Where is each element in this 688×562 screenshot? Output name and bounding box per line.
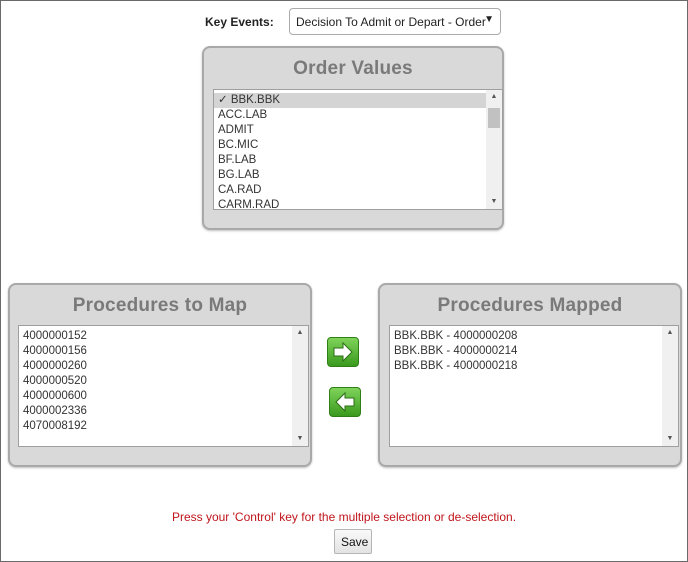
- procedure-to-map-item[interactable]: 4000002336: [19, 404, 308, 419]
- order-value-item[interactable]: BC.MIC: [214, 138, 502, 153]
- procedure-to-map-item[interactable]: 4000000152: [19, 329, 308, 344]
- scroll-up-icon[interactable]: ▲: [292, 326, 308, 340]
- procedure-to-map-item[interactable]: 4000000600: [19, 389, 308, 404]
- scroll-down-icon[interactable]: ▼: [292, 432, 308, 446]
- remove-mapping-button[interactable]: [329, 387, 361, 417]
- procedure-to-map-item[interactable]: 4070008192: [19, 419, 308, 434]
- order-values-listbox[interactable]: ✓ BBK.BBK ACC.LAB ADMIT BC.MIC BF.LAB BG.LAB C…: [213, 89, 503, 210]
- procedure-mapped-item[interactable]: BBK.BBK - 4000000214: [390, 344, 678, 359]
- procedure-to-map-item[interactable]: 4000000520: [19, 374, 308, 389]
- procedure-mapped-item[interactable]: BBK.BBK - 4000000218: [390, 359, 678, 374]
- procedures-mapped-scrollbar[interactable]: ▲ ▼: [662, 326, 678, 446]
- procedures-to-map-title: Procedures to Map: [72, 295, 248, 316]
- order-value-item[interactable]: ACC.LAB: [214, 108, 502, 123]
- scroll-up-icon[interactable]: ▲: [662, 326, 678, 340]
- order-value-item[interactable]: ✓ BBK.BBK: [214, 93, 502, 108]
- arrow-right-icon: [333, 342, 353, 362]
- arrow-left-icon: [335, 392, 355, 412]
- scroll-down-icon[interactable]: ▼: [662, 432, 678, 446]
- order-value-item[interactable]: BG.LAB: [214, 168, 502, 183]
- order-values-panel: Order Values ✓ BBK.BBK ACC.LAB ADMIT BC.MIC…: [202, 46, 504, 230]
- procedures-to-map-scrollbar[interactable]: ▲ ▼: [292, 326, 308, 446]
- key-events-label: Key Events:: [205, 15, 274, 29]
- procedures-mapped-listbox[interactable]: BBK.BBK - 4000000208 BBK.BBK - 4000000214…: [389, 325, 679, 447]
- procedure-to-map-item[interactable]: 4000000156: [19, 344, 308, 359]
- procedures-mapped-title: Procedures Mapped: [437, 295, 623, 316]
- order-value-item[interactable]: CA.RAD: [214, 183, 502, 198]
- scroll-down-icon[interactable]: ▼: [486, 195, 502, 209]
- key-events-selected-value: Decision To Admit or Depart - Order: [296, 15, 486, 29]
- order-values-scrollbar[interactable]: ▲ ▼: [486, 90, 502, 209]
- order-value-item[interactable]: CARM.RAD: [214, 198, 502, 209]
- order-values-title: Order Values: [293, 58, 413, 79]
- add-mapping-button[interactable]: [327, 337, 359, 367]
- order-value-item[interactable]: ADMIT: [214, 123, 502, 138]
- procedure-to-map-item[interactable]: 4000000260: [19, 359, 308, 374]
- scroll-up-icon[interactable]: ▲: [486, 90, 502, 104]
- order-value-item[interactable]: BF.LAB: [214, 153, 502, 168]
- procedures-to-map-panel: Procedures to Map 4000000152 4000000156 40…: [8, 283, 312, 467]
- scroll-thumb[interactable]: [488, 108, 500, 128]
- key-events-select[interactable]: Decision To Admit or Depart - Order ▼: [289, 8, 501, 35]
- procedures-to-map-listbox[interactable]: 4000000152 4000000156 4000000260 4000000520…: [18, 325, 309, 447]
- chevron-down-icon: ▼: [484, 14, 494, 25]
- procedure-mapped-item[interactable]: BBK.BBK - 4000000208: [390, 329, 678, 344]
- save-button[interactable]: Save: [334, 529, 372, 554]
- selection-hint: Press your 'Control' key for the multipl…: [171, 510, 517, 524]
- procedures-mapped-panel: Procedures Mapped BBK.BBK - 4000000208 BB…: [378, 283, 682, 467]
